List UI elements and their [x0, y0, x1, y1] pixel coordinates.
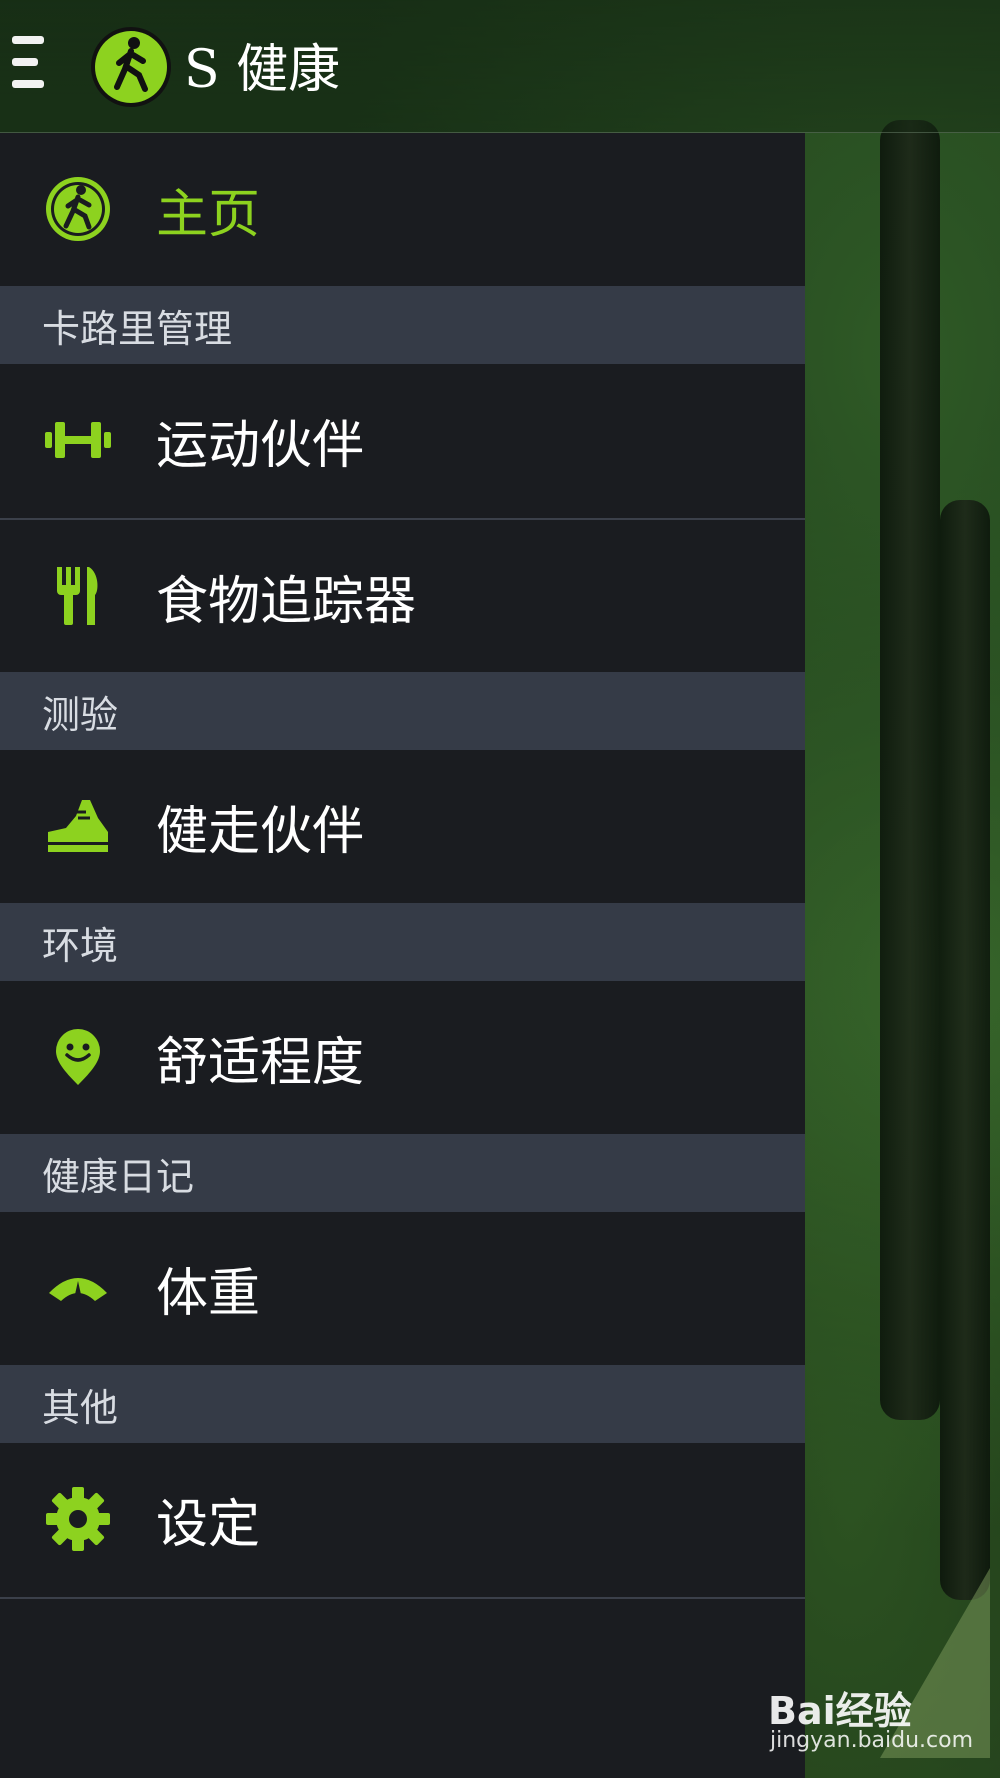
drawer-item-home[interactable]: 主页: [0, 133, 805, 285]
section-title: 其他: [42, 1385, 119, 1430]
section-header-test: 测验: [0, 672, 805, 750]
section-header-calorie: 卡路里管理: [0, 286, 805, 364]
drawer-item-label: 运动伙伴: [156, 415, 365, 476]
section-header-environment: 环境: [0, 903, 805, 981]
section-title: 卡路里管理: [42, 306, 233, 351]
drawer-item-exercise[interactable]: 运动伙伴: [0, 364, 805, 516]
sneaker-icon: [48, 800, 108, 852]
watermark-brand: Bai经验: [768, 1689, 912, 1733]
walking-person-icon: [46, 177, 110, 241]
drawer-item-settings[interactable]: 设定: [0, 1443, 805, 1595]
walking-person-icon[interactable]: [89, 25, 173, 109]
app-header: S 健康: [0, 0, 1000, 133]
drawer-item-label: 食物追踪器: [156, 571, 417, 632]
drawer-item-label: 设定: [156, 1494, 261, 1555]
smiley-pin-icon: [56, 1029, 100, 1085]
tree-trunk: [940, 500, 990, 1600]
drawer-item-label: 健走伙伴: [156, 801, 365, 862]
section-header-other: 其他: [0, 1365, 805, 1443]
hamburger-menu-icon[interactable]: [12, 36, 44, 96]
drawer-item-label: 主页: [156, 184, 261, 245]
fork-knife-icon: [57, 567, 98, 625]
scale-gauge-icon: [49, 1278, 107, 1301]
section-title: 环境: [42, 923, 119, 968]
tree-trunk: [880, 120, 940, 1420]
drawer-item-label: 舒适程度: [156, 1032, 365, 1093]
drawer-item-food-tracker[interactable]: 食物追踪器: [0, 520, 805, 672]
watermark-url: jingyan.baidu.com: [770, 1728, 974, 1753]
navigation-drawer: 主页 卡路里管理 运动伙伴 食物追踪器 测验 健走伙伴 环境 舒适程度 健康日记…: [0, 133, 805, 1778]
app-title: S 健康: [184, 40, 341, 100]
divider: [0, 1597, 805, 1599]
section-header-health-diary: 健康日记: [0, 1134, 805, 1212]
dumbbell-icon: [45, 422, 111, 458]
drawer-item-label: 体重: [156, 1263, 261, 1324]
drawer-item-walking-mate[interactable]: 健走伙伴: [0, 750, 805, 902]
drawer-item-weight[interactable]: 体重: [0, 1212, 805, 1364]
gear-icon: [46, 1487, 110, 1551]
section-title: 健康日记: [42, 1154, 195, 1199]
section-title: 测验: [42, 692, 119, 737]
drawer-item-comfort-level[interactable]: 舒适程度: [0, 981, 805, 1133]
